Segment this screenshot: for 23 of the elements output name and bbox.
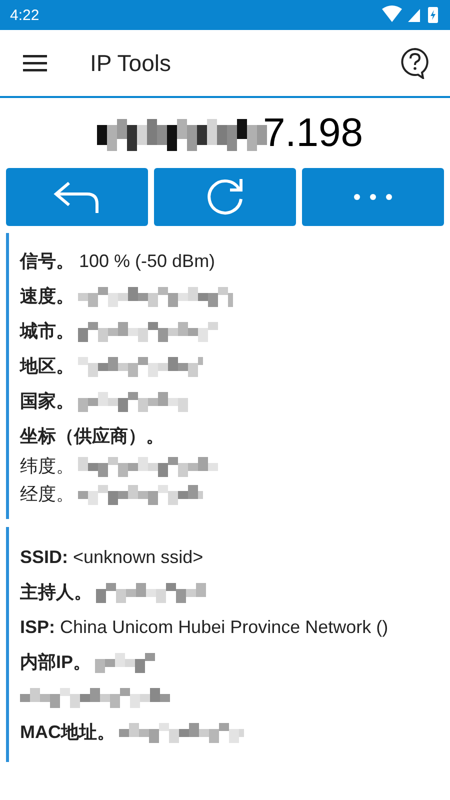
- info-label: 城市。: [20, 320, 74, 342]
- info-text: 信号。 100 % (-50 dBm): [20, 250, 216, 272]
- status-time: 4:22: [10, 6, 40, 24]
- info-label: 坐标（供应商）。: [20, 425, 164, 447]
- back-arrow-icon: [53, 179, 101, 215]
- back-button[interactable]: [6, 168, 148, 226]
- info-label: 地区。: [20, 355, 74, 377]
- info-label: 速度。: [20, 285, 74, 307]
- app-title: IP Tools: [90, 50, 172, 76]
- info-text: ISP: China Unicom Hubei Province Network (): [20, 616, 388, 638]
- ip-address: 7.198: [262, 110, 364, 156]
- refresh-button[interactable]: [154, 168, 296, 226]
- info-label: MAC地址。: [20, 721, 115, 743]
- blurred-value: [95, 651, 156, 673]
- info-text: SSID: <unknown ssid>: [20, 546, 204, 568]
- info-label: 纬度。: [20, 455, 74, 477]
- info-label: 国家。: [20, 390, 74, 412]
- help-icon[interactable]: [400, 47, 430, 79]
- more-icon: [353, 193, 393, 201]
- info-label: 主持人。: [20, 581, 92, 603]
- info-label: 内部IP。: [20, 651, 92, 673]
- menu-icon[interactable]: [23, 54, 47, 72]
- info-label: 经度。: [20, 483, 74, 505]
